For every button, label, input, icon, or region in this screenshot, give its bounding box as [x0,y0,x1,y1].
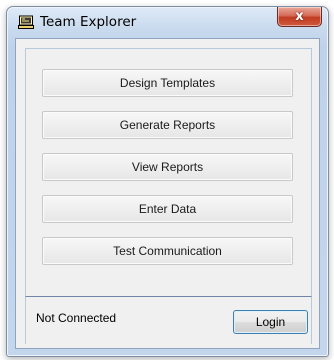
login-button[interactable]: Login [233,310,308,334]
title-bar[interactable]: Team Explorer x [7,7,328,37]
connection-status: Not Connected [36,311,117,325]
team-explorer-window: Team Explorer x Design Templates Generat… [6,6,329,357]
status-bar: Not Connected Login [25,296,312,344]
close-icon: x [295,9,304,24]
close-button[interactable]: x [277,7,322,27]
window-title: Team Explorer [40,14,137,30]
client-area: Design Templates Generate Reports View R… [15,38,320,349]
team-explorer-app-icon [18,15,34,29]
test-communication-button[interactable]: Test Communication [42,237,293,265]
view-reports-button[interactable]: View Reports [42,153,293,181]
generate-reports-button[interactable]: Generate Reports [42,111,293,139]
button-panel: Design Templates Generate Reports View R… [25,48,312,297]
design-templates-button[interactable]: Design Templates [42,69,293,97]
enter-data-button[interactable]: Enter Data [42,195,293,223]
